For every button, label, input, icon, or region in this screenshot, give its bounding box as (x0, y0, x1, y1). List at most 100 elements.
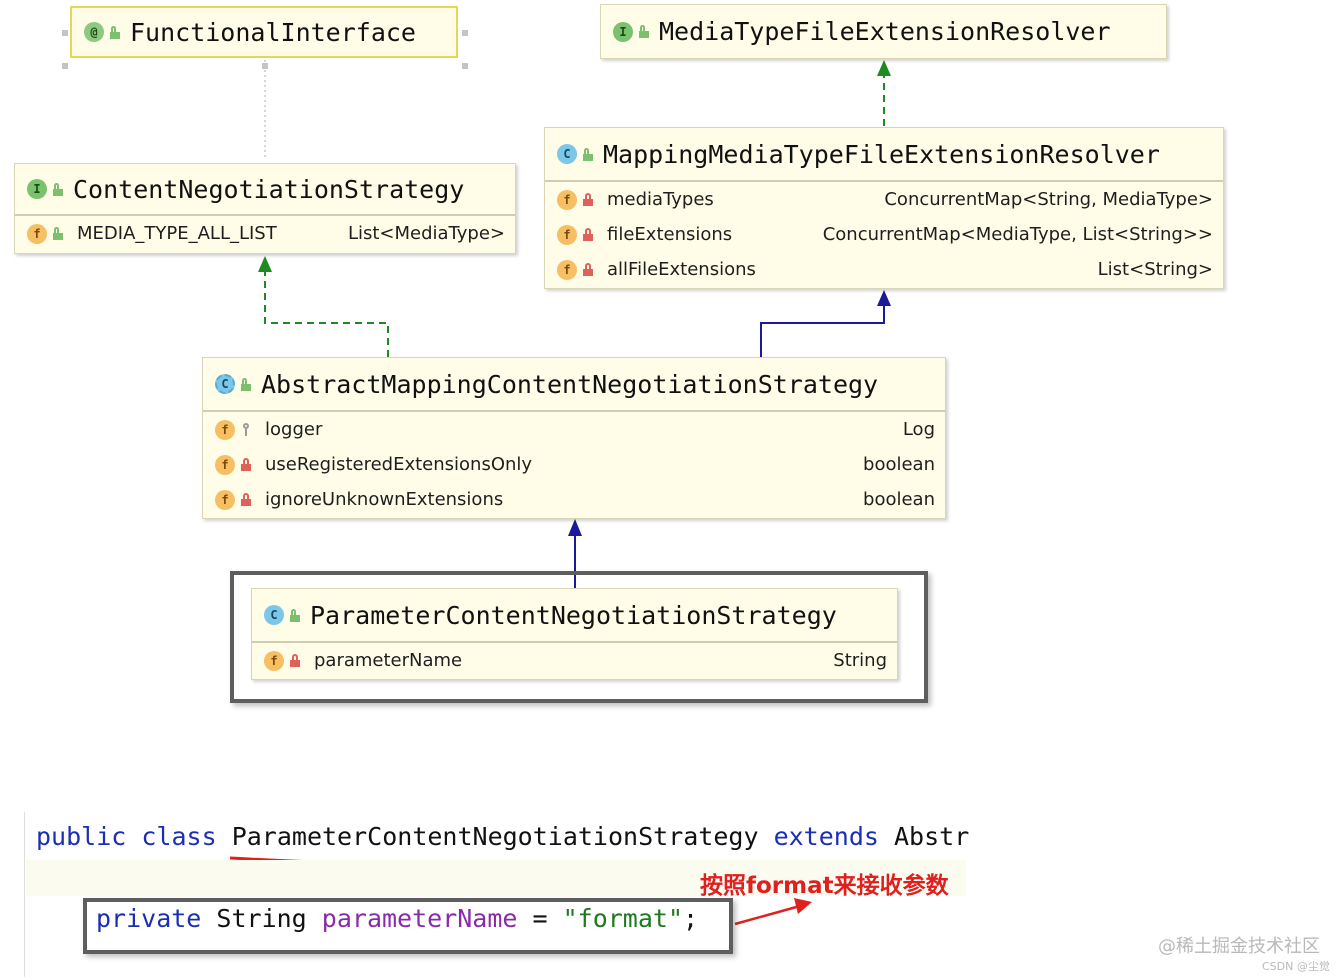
parameter-strategy-header: C ParameterContentNegotiationStrategy (252, 589, 897, 643)
field-icon: f (264, 650, 284, 671)
field-name: parameterName (314, 650, 463, 671)
type-name: String (216, 904, 307, 933)
field-row[interactable]: f mediaTypes ConcurrentMap<String, Media… (545, 182, 1223, 217)
extends-arrowhead-resolver (877, 290, 891, 306)
content-strategy-header: I ContentNegotiationStrategy (15, 164, 515, 216)
abstract-strategy-node[interactable]: C AbstractMappingContentNegotiationStrat… (202, 357, 946, 519)
media-type-resolver-header: I MediaTypeFileExtensionResolver (601, 5, 1166, 58)
abstract-class-icon: C (215, 374, 235, 394)
field-type: boolean (863, 454, 935, 475)
annotation-arrow-line (734, 904, 801, 926)
superclass-name: Abstr (893, 822, 970, 851)
final-field-icon: f (557, 224, 577, 245)
watermark-small: CSDN @尘觉 (1262, 960, 1330, 973)
field-name: MEDIA_TYPE_ALL_LIST (77, 223, 277, 244)
abstract-strategy-header: C AbstractMappingContentNegotiationStrat… (203, 358, 945, 412)
field-type: boolean (863, 489, 935, 510)
field-icon: f (215, 489, 235, 510)
media-type-resolver-name: MediaTypeFileExtensionResolver (659, 17, 1111, 46)
extends-line-resolver (760, 304, 885, 357)
static-final-field-icon: f (215, 419, 235, 440)
public-visibility-icon (53, 227, 63, 240)
field-type: ConcurrentMap<String, MediaType> (884, 189, 1213, 210)
public-visibility-icon (290, 608, 300, 622)
mapping-resolver-name: MappingMediaTypeFileExtensionResolver (603, 139, 1160, 169)
public-visibility-icon (583, 147, 593, 161)
field-type: List<MediaType> (347, 223, 505, 244)
field-row[interactable]: f useRegisteredExtensionsOnly boolean (203, 447, 945, 482)
class-declaration-line: public class ParameterContentNegotiation… (36, 822, 969, 851)
red-annotation: 按照format来接收参数 (700, 873, 949, 899)
field-type: String (833, 650, 887, 671)
annotation-icon: @ (84, 22, 104, 42)
selection-handle (462, 30, 468, 36)
interface-icon: I (613, 21, 633, 42)
selection-handle (262, 63, 268, 69)
assign-operator: = (532, 904, 548, 933)
content-strategy-node[interactable]: I ContentNegotiationStrategy f MEDIA_TYP… (14, 163, 516, 254)
private-lock-icon (241, 493, 251, 506)
implements-arrowhead-strategy (258, 256, 272, 272)
public-visibility-icon (110, 25, 120, 39)
field-name: mediaTypes (607, 189, 714, 210)
watermark: @稀土掘金技术社区 (1158, 936, 1320, 957)
field-type: List<String> (1097, 259, 1213, 280)
private-lock-icon (583, 263, 593, 276)
selection-handle (62, 63, 68, 69)
public-visibility-icon (639, 25, 649, 38)
field-row[interactable]: f parameterName String (252, 643, 897, 678)
keyword: private (96, 904, 202, 933)
keyword: public (36, 822, 127, 851)
parameter-strategy-node[interactable]: C ParameterContentNegotiationStrategy f … (251, 588, 898, 680)
field-type: Log (902, 419, 935, 440)
mapping-resolver-header: C MappingMediaTypeFileExtensionResolver (545, 128, 1223, 182)
functional-interface-name: FunctionalInterface (130, 17, 416, 47)
extends-arrowhead-abstract (568, 519, 582, 536)
final-field-icon: f (557, 189, 577, 210)
static-final-field-icon: f (27, 223, 47, 244)
protected-visibility-icon (241, 423, 251, 436)
field-type: ConcurrentMap<MediaType, List<String>> (822, 224, 1213, 245)
field-icon: f (215, 454, 235, 475)
abstract-strategy-name: AbstractMappingContentNegotiationStrateg… (261, 369, 879, 399)
keyword: extends (773, 822, 879, 851)
field-row[interactable]: f ignoreUnknownExtensions boolean (203, 482, 945, 517)
field-row[interactable]: f MEDIA_TYPE_ALL_LIST List<MediaType> (15, 216, 515, 251)
class-icon: C (264, 605, 284, 625)
field-row[interactable]: f allFileExtensions List<String> (545, 252, 1223, 287)
code-gutter-line (24, 812, 25, 977)
final-field-icon: f (557, 259, 577, 280)
private-lock-icon (583, 228, 593, 241)
public-visibility-icon (53, 182, 63, 196)
field-name: allFileExtensions (607, 259, 756, 280)
private-lock-icon (241, 458, 251, 471)
media-type-resolver-node[interactable]: I MediaTypeFileExtensionResolver (600, 4, 1167, 59)
class-icon: C (557, 144, 577, 164)
functional-interface-node[interactable]: @ FunctionalInterface (70, 6, 458, 58)
field-name: useRegisteredExtensionsOnly (265, 454, 533, 475)
field-declaration-line: private String parameterName = "format"; (96, 904, 698, 933)
public-visibility-icon (241, 377, 251, 391)
field-name: logger (265, 419, 323, 440)
implements-arrowhead-resolver (877, 60, 891, 76)
field-row[interactable]: f logger Log (203, 412, 945, 447)
parameter-strategy-name: ParameterContentNegotiationStrategy (310, 600, 837, 630)
interface-icon: I (27, 179, 47, 199)
field-identifier: parameterName (321, 904, 518, 933)
annotation-arrow-head (794, 898, 812, 914)
string-literal: "format" (562, 904, 684, 933)
field-name: fileExtensions (607, 224, 733, 245)
private-lock-icon (583, 193, 593, 206)
selection-handle (62, 30, 68, 36)
mapping-resolver-node[interactable]: C MappingMediaTypeFileExtensionResolver … (544, 127, 1224, 289)
functional-interface-header: @ FunctionalInterface (72, 8, 456, 56)
semicolon: ; (683, 904, 699, 933)
content-strategy-name: ContentNegotiationStrategy (73, 174, 465, 204)
field-row[interactable]: f fileExtensions ConcurrentMap<MediaType… (545, 217, 1223, 252)
class-name: ParameterContentNegotiationStrategy (231, 822, 759, 851)
field-name: ignoreUnknownExtensions (265, 489, 504, 510)
keyword: class (141, 822, 217, 851)
private-lock-icon (290, 654, 300, 667)
selection-handle (462, 63, 468, 69)
implements-line-strategy (264, 268, 389, 357)
